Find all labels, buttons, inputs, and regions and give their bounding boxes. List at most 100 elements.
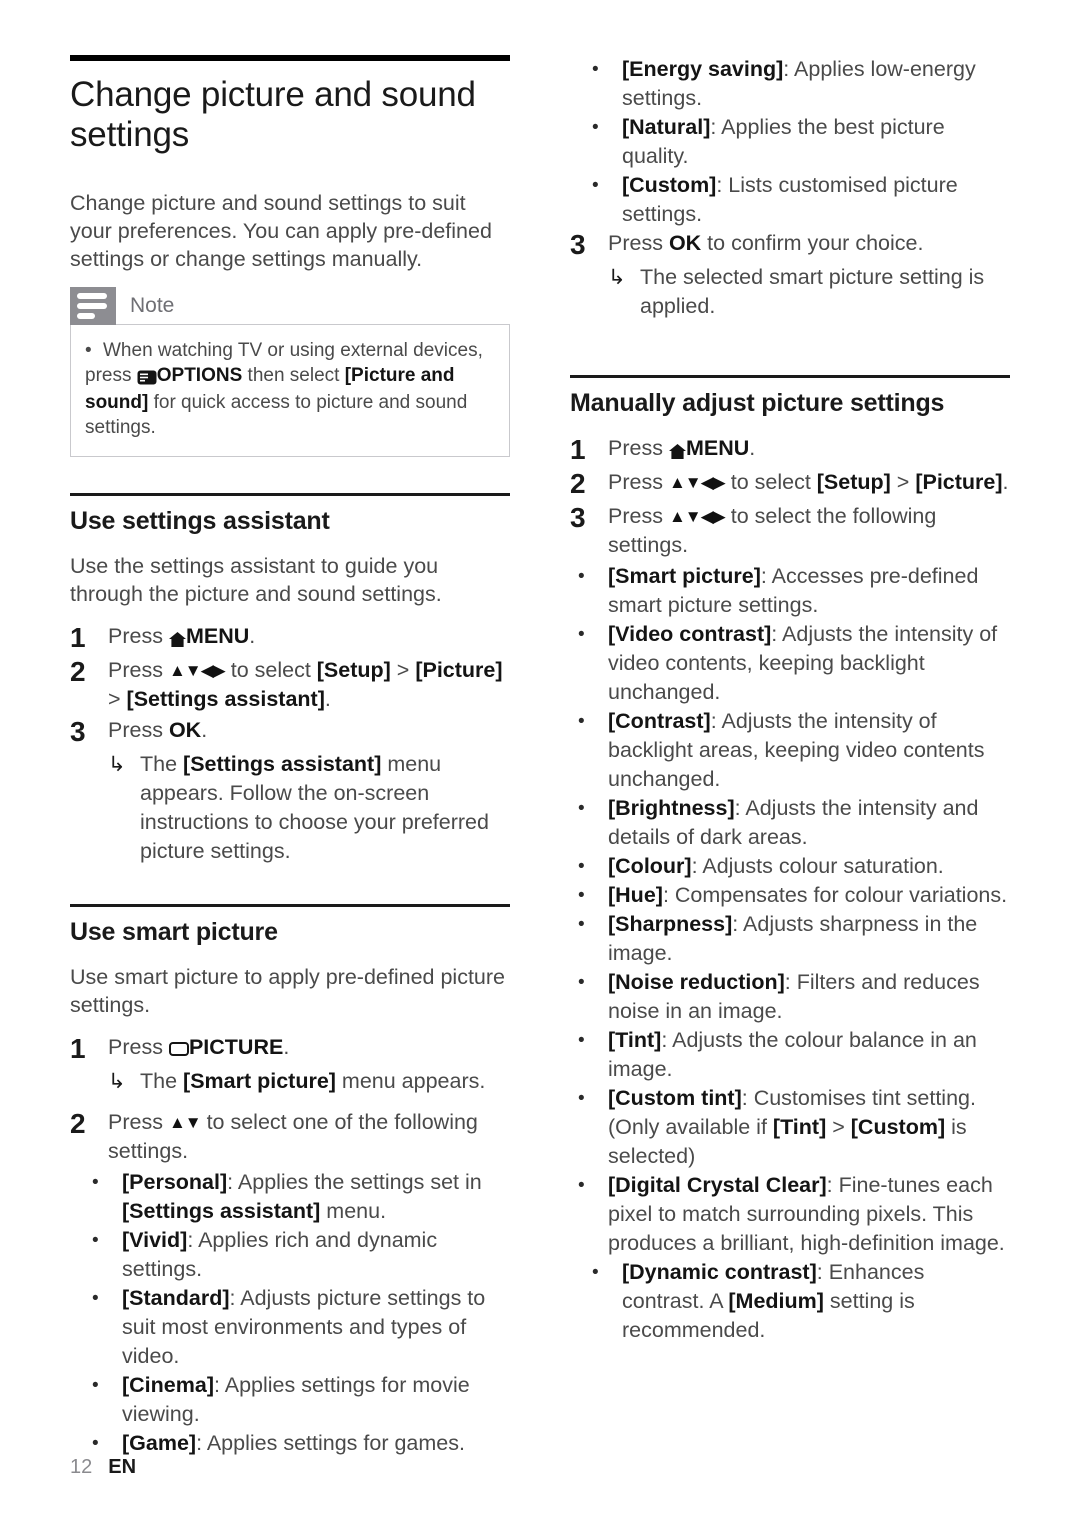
- settings-assistant-intro: Use the settings assistant to guide you …: [70, 554, 442, 606]
- option-desc: : Adjusts colour saturation.: [691, 854, 944, 878]
- dpad-arrows-icon: ▲▼◀▶: [668, 507, 726, 526]
- option-bold2: [Settings assistant]: [122, 1199, 321, 1223]
- option-name: [Vivid]: [122, 1228, 188, 1252]
- option-name: [Hue]: [608, 883, 663, 907]
- mp-step-2-mid: to select: [724, 470, 817, 494]
- settings-assistant-heading: Use settings assistant: [70, 507, 330, 535]
- bullet-glyph: •: [578, 856, 585, 877]
- sp-step-2-number: 2: [70, 1108, 86, 1139]
- sa-result-bold: [Settings assistant]: [183, 752, 382, 776]
- page-title: Change picture and sound settings: [70, 75, 476, 154]
- sa-step-2-sep2: >: [108, 687, 127, 711]
- sa-step-1: 1 Press MENU.: [70, 622, 510, 654]
- options-key-label: OPTIONS: [156, 365, 243, 386]
- bullet-glyph: •: [578, 798, 585, 819]
- list-item: • [Natural]: Applies the best picture qu…: [570, 113, 1010, 171]
- option-name: [Sharpness]: [608, 912, 733, 936]
- list-item: • [Video contrast]: Adjusts the intensit…: [570, 620, 1010, 707]
- bullet-glyph: •: [592, 175, 599, 196]
- bullet-glyph: •: [92, 1375, 99, 1396]
- result-arrow-icon: ↳: [108, 1070, 126, 1093]
- mp-step-1-key: MENU: [685, 436, 750, 460]
- dpad-arrows-icon: ▲▼◀▶: [668, 473, 726, 492]
- mp-step-1-text: Press MENU.: [608, 434, 1010, 466]
- bullet-glyph: •: [578, 624, 585, 645]
- sa-step-1-text: Press MENU.: [108, 622, 510, 654]
- sp-step-3-text: Press OK to confirm your choice.: [608, 229, 1010, 261]
- option-desc: : Compensates for colour variations.: [662, 883, 1008, 907]
- option-name: [Energy saving]: [622, 57, 784, 81]
- mp-step-3-pre: Press: [608, 504, 669, 528]
- list-item: • [Colour]: Adjusts colour saturation.: [570, 852, 1010, 881]
- option-name: [Smart picture]: [608, 564, 761, 588]
- option-name: [Dynamic contrast]: [622, 1260, 817, 1284]
- option-text: [Energy saving]: Applies low-energy sett…: [622, 55, 1010, 113]
- mp-step-3-text: Press ▲▼◀▶ to select the following setti…: [608, 502, 1010, 560]
- smart-picture-intro: Use smart picture to apply pre-defined p…: [70, 965, 505, 1017]
- bullet-glyph: •: [592, 1262, 599, 1283]
- smart-picture-rule: [70, 904, 510, 907]
- bullet-glyph: •: [85, 340, 92, 361]
- sp-step-1-result-text: The [Smart picture] menu appears.: [140, 1067, 510, 1096]
- mp-step-2-pre: Press: [608, 470, 669, 494]
- sp-step-3-key: OK: [668, 231, 702, 255]
- sp-r1-post: menu appears.: [335, 1069, 486, 1093]
- option-text: [Video contrast]: Adjusts the intensity …: [608, 620, 1010, 707]
- option-name: [Video contrast]: [608, 622, 772, 646]
- smart-picture-options-left: • [Personal]: Applies the settings set i…: [70, 1168, 510, 1458]
- sp-r1-bold: [Smart picture]: [183, 1069, 336, 1093]
- sa-step-1-pre: Press: [108, 624, 169, 648]
- option-text: [Sharpness]: Adjusts sharpness in the im…: [608, 910, 1010, 968]
- option-text: [Contrast]: Adjusts the intensity of bac…: [608, 707, 1010, 794]
- list-item-dynamic-contrast: • [Dynamic contrast]: Enhances contrast.…: [570, 1258, 1010, 1345]
- mp-step-2-picture: [Picture]: [915, 470, 1003, 494]
- manual-picture-heading: Manually adjust picture settings: [570, 389, 945, 417]
- page-footer: 12 EN: [70, 1456, 136, 1479]
- option-text: [Smart picture]: Accesses pre-defined sm…: [608, 562, 1010, 620]
- sp-step-3-result: ↳ The selected smart picture setting is …: [570, 263, 1010, 321]
- option-desc: : Applies the settings set in: [227, 1170, 482, 1194]
- mp-step-2-setup: [Setup]: [816, 470, 891, 494]
- sp-step-2-pre: Press: [108, 1110, 169, 1134]
- note-body: • When watching TV or using external devi…: [70, 324, 510, 457]
- footer-language: EN: [108, 1456, 137, 1478]
- option-name: [Natural]: [622, 115, 711, 139]
- sa-step-1-post: .: [249, 624, 256, 648]
- option-name: [Custom]: [622, 173, 717, 197]
- result-arrow-icon: ↳: [608, 266, 626, 289]
- sp-step-3-pre: Press: [608, 231, 669, 255]
- option-name: [Brightness]: [608, 796, 735, 820]
- mp-step-2-text: Press ▲▼◀▶ to select [Setup] > [Picture]…: [608, 468, 1010, 500]
- bullet-glyph: •: [578, 566, 585, 587]
- bullet-glyph: •: [92, 1230, 99, 1251]
- right-column: • [Energy saving]: Applies low-energy se…: [570, 55, 1010, 1345]
- bullet-glyph: •: [92, 1433, 99, 1454]
- sp-step-3-result-text: The selected smart picture setting is ap…: [640, 265, 985, 318]
- option-text: [Game]: Applies settings for games.: [122, 1429, 510, 1458]
- option-name: [Colour]: [608, 854, 692, 878]
- mp-step-2: 2 Press ▲▼◀▶ to select [Setup] > [Pictur…: [570, 468, 1010, 500]
- list-item: • [Cinema]: Applies settings for movie v…: [70, 1371, 510, 1429]
- option-text: [Hue]: Compensates for colour variations…: [608, 881, 1010, 910]
- option-name: [Tint]: [608, 1028, 662, 1052]
- option-name: [Personal]: [122, 1170, 228, 1194]
- option-name: [Noise reduction]: [608, 970, 785, 994]
- sa-step-2-pre: Press: [108, 658, 169, 682]
- mp-step-1-post: .: [749, 436, 756, 460]
- note-lines-icon: [70, 287, 116, 325]
- sp-step-2: 2 Press ▲▼ to select one of the followin…: [70, 1108, 510, 1166]
- note-label: Note: [130, 294, 175, 317]
- list-item: • [Sharpness]: Adjusts sharpness in the …: [570, 910, 1010, 968]
- option-tint-ref: [Tint]: [772, 1115, 827, 1139]
- sa-step-2-sep1: >: [390, 658, 416, 682]
- title-rule: [70, 55, 510, 61]
- sp-step-1-key: PICTURE: [188, 1035, 284, 1059]
- sa-step-2-text: Press ▲▼◀▶ to select [Setup] > [Picture]…: [108, 656, 510, 714]
- option-name: [Contrast]: [608, 709, 711, 733]
- manual-picture-options: • [Smart picture]: Accesses pre-defined …: [570, 562, 1010, 1345]
- bullet-glyph: •: [592, 59, 599, 80]
- option-text: [Tint]: Adjusts the colour balance in an…: [608, 1026, 1010, 1084]
- option-text: [Standard]: Adjusts picture settings to …: [122, 1284, 510, 1371]
- option-text: [Cinema]: Applies settings for movie vie…: [122, 1371, 510, 1429]
- options-key-icon: [137, 365, 157, 390]
